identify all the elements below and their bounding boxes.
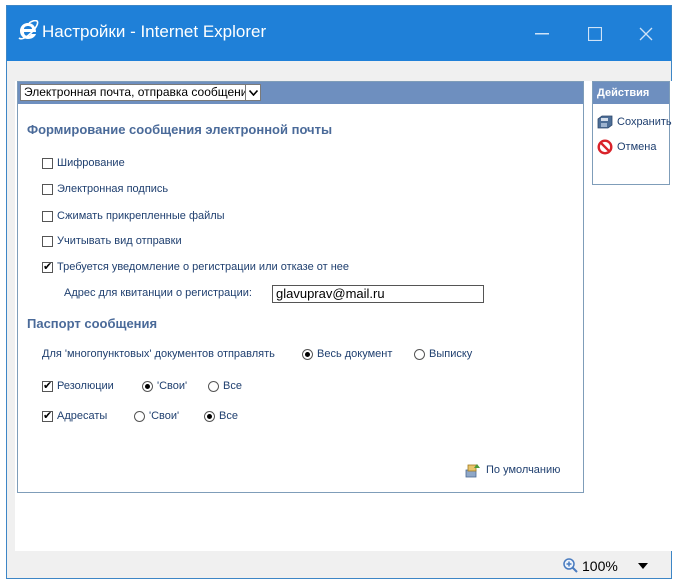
compress-checkbox[interactable] (42, 210, 53, 222)
chevron-down-icon[interactable] (637, 563, 648, 569)
resolutions-own-option[interactable]: 'Свои' (142, 380, 187, 392)
resolutions-all-radio[interactable] (208, 380, 219, 392)
cancel-label: Отмена (617, 141, 657, 153)
resolutions-own-radio[interactable] (142, 380, 153, 392)
section-title-passport: Паспорт сообщения (27, 316, 158, 331)
addressees-option[interactable]: Адресаты (42, 409, 108, 422)
minimize-icon (535, 32, 549, 34)
resolutions-all-option[interactable]: Все (208, 380, 242, 392)
signature-label: Электронная подпись (57, 183, 169, 195)
save-button[interactable]: Сохранить (597, 115, 672, 129)
resolutions-label: Резолюции (57, 380, 114, 392)
encryption-option[interactable]: Шифрование (42, 157, 125, 169)
message-type-value: Электронная почта, отправка сообщений (24, 85, 255, 99)
delivery-type-checkbox[interactable] (42, 235, 53, 247)
multipoint-radio-extract[interactable] (414, 348, 425, 360)
zoom-control[interactable]: 100% (562, 557, 648, 575)
maximize-button[interactable] (570, 6, 620, 61)
delivery-type-label: Учитывать вид отправки (57, 235, 182, 247)
receipt-address-input[interactable]: glavuprav@mail.ru (272, 285, 484, 303)
zoom-in-icon (563, 558, 578, 573)
encryption-checkbox[interactable] (42, 157, 53, 169)
resolutions-checkbox[interactable] (42, 379, 53, 392)
addressees-own-radio[interactable] (134, 410, 145, 422)
addressees-own-label: 'Свои' (149, 410, 180, 422)
message-type-select[interactable]: Электронная почта, отправка сообщений (20, 84, 261, 101)
compress-label: Сжимать прикрепленные файлы (57, 210, 225, 222)
reset-defaults-link[interactable]: По умолчанию (464, 462, 560, 478)
cancel-button[interactable]: Отмена (597, 139, 656, 155)
notify-label: Требуется уведомление о регистрации или … (57, 261, 350, 273)
status-bar: 100% (7, 551, 671, 578)
page-content: Электронная почта, отправка сообщений Фо… (15, 81, 674, 551)
addressees-all-radio[interactable] (204, 410, 215, 422)
resolutions-all-label: Все (223, 380, 242, 392)
minimize-button[interactable] (517, 6, 567, 61)
reset-defaults-icon (465, 464, 480, 478)
multipoint-extract-label: Выписку (429, 348, 473, 360)
multipoint-whole-label: Весь документ (317, 348, 393, 360)
delivery-type-option[interactable]: Учитывать вид отправки (42, 235, 182, 247)
floppy-disk-icon (597, 115, 613, 129)
addressees-all-option[interactable]: Все (204, 410, 238, 422)
multipoint-label: Для 'многопунктовых' документов отправля… (42, 348, 275, 360)
addressees-own-option[interactable]: 'Свои' (134, 410, 179, 422)
signature-option[interactable]: Электронная подпись (42, 183, 168, 195)
resolutions-option[interactable]: Резолюции (42, 379, 114, 392)
addressees-checkbox[interactable] (42, 409, 53, 422)
compress-option[interactable]: Сжимать прикрепленные файлы (42, 210, 225, 222)
notify-option[interactable]: Требуется уведомление о регистрации или … (42, 260, 350, 273)
window-title: Настройки - Internet Explorer (42, 22, 267, 41)
reset-defaults-label: По умолчанию (486, 464, 561, 476)
title-bar: Настройки - Internet Explorer (7, 6, 671, 61)
chevron-down-icon (245, 85, 260, 100)
notify-checkbox[interactable] (42, 260, 53, 273)
forbidden-icon (597, 139, 613, 155)
addressees-all-label: Все (219, 410, 238, 422)
save-label: Сохранить (617, 116, 672, 128)
browser-window: Настройки - Internet Explorer Электронна… (6, 5, 674, 579)
settings-panel-header: Электронная почта, отправка сообщений (18, 82, 583, 104)
multipoint-radio-whole[interactable] (302, 348, 313, 360)
multipoint-option-extract[interactable]: Выписку (414, 348, 472, 360)
encryption-label: Шифрование (57, 157, 125, 169)
signature-checkbox[interactable] (42, 183, 53, 195)
ie-logo-icon (18, 20, 39, 40)
settings-panel: Электронная почта, отправка сообщений Фо… (17, 81, 584, 493)
close-icon (639, 27, 653, 40)
resolutions-own-label: 'Свои' (157, 380, 188, 392)
addressees-label: Адресаты (57, 410, 108, 422)
actions-panel: Действия Сохранить Отмена (592, 81, 672, 185)
zoom-level: 100% (582, 558, 618, 574)
section-title-email: Формирование сообщения электронной почты (27, 122, 333, 137)
multipoint-option-whole[interactable]: Весь документ (302, 348, 392, 360)
close-button[interactable] (621, 6, 671, 61)
maximize-icon (588, 26, 602, 41)
receipt-address-label: Адрес для квитанции о регистрации: (64, 287, 252, 299)
actions-title: Действия (593, 82, 669, 104)
